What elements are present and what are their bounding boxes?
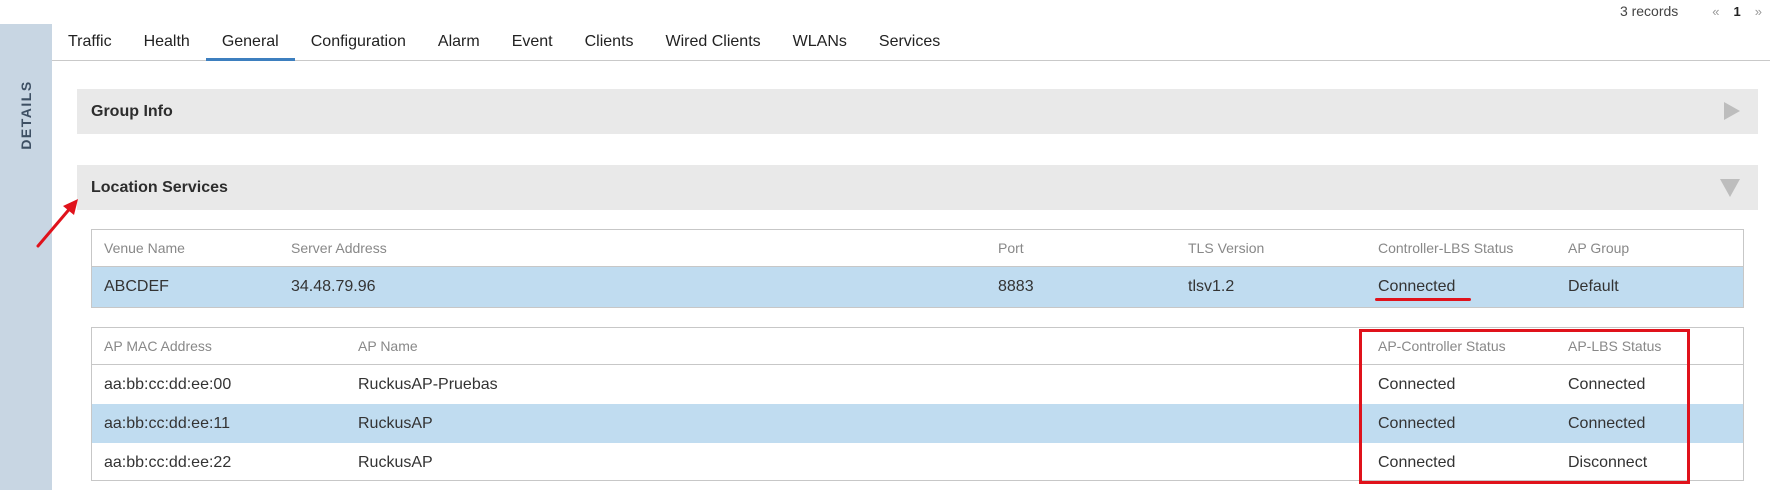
cell-ap-mac: aa:bb:cc:dd:ee:11 [104,414,231,432]
tab-configuration[interactable]: Configuration [295,33,422,60]
cell-server-address: 34.48.79.96 [291,278,376,295]
pager: 3 records « 1 » [1620,0,1770,22]
details-side-panel[interactable]: DETAILS [0,24,52,490]
cell-venue-name: ABCDEF [104,278,169,295]
header-ap-name[interactable]: AP Name [358,328,418,364]
last-page-button[interactable]: » [1755,4,1762,19]
cell-ap-mac: aa:bb:cc:dd:ee:00 [104,375,232,393]
table-header-row: Venue Name Server Address Port TLS Versi… [92,230,1743,267]
header-controller-lbs-status[interactable]: Controller-LBS Status [1378,230,1513,266]
annotation-underline [1375,298,1471,301]
cell-ap-name: RuckusAP [358,414,433,432]
collapse-arrow-icon[interactable] [1720,179,1740,197]
tab-traffic[interactable]: Traffic [52,33,128,60]
header-tls-version[interactable]: TLS Version [1188,230,1264,266]
table-row[interactable]: ABCDEF 34.48.79.96 8883 tlsv1.2 Connecte… [92,267,1743,307]
tab-event[interactable]: Event [496,33,569,60]
header-ap-group[interactable]: AP Group [1568,230,1629,266]
venue-table: Venue Name Server Address Port TLS Versi… [91,229,1744,308]
group-info-title: Group Info [91,102,173,120]
annotation-highlight-box [1359,329,1690,484]
cell-ap-mac: aa:bb:cc:dd:ee:22 [104,453,232,471]
expand-arrow-icon[interactable] [1724,102,1740,120]
cell-tls-version: tlsv1.2 [1188,278,1235,295]
tab-wlans[interactable]: WLANs [777,33,863,60]
group-info-section-header[interactable]: Group Info [77,89,1758,134]
cell-ap-group: Default [1568,278,1619,295]
current-page[interactable]: 1 [1734,4,1741,19]
tab-alarm[interactable]: Alarm [422,33,496,60]
tab-health[interactable]: Health [128,33,206,60]
details-tabs: Traffic Health General Configuration Ala… [52,24,1770,61]
header-venue-name[interactable]: Venue Name [104,230,185,266]
tab-clients[interactable]: Clients [569,33,650,60]
location-services-title: Location Services [91,178,228,196]
cell-controller-lbs-status: Connected [1378,278,1456,295]
cell-port: 8883 [998,278,1034,295]
cell-ap-name: RuckusAP-Pruebas [358,375,498,393]
details-label: DETAILS [18,80,34,150]
tab-wired-clients[interactable]: Wired Clients [650,33,777,60]
tab-services[interactable]: Services [863,33,956,60]
tab-general[interactable]: General [205,33,295,61]
records-count: 3 records [1619,3,1679,19]
header-port[interactable]: Port [998,230,1024,266]
cell-ap-name: RuckusAP [358,453,433,471]
annotation-arrow-icon [36,199,78,248]
location-services-section-header[interactable]: Location Services [77,165,1758,210]
header-server-address[interactable]: Server Address [291,230,387,266]
first-page-button[interactable]: « [1712,4,1719,19]
header-ap-mac[interactable]: AP MAC Address [104,328,212,364]
